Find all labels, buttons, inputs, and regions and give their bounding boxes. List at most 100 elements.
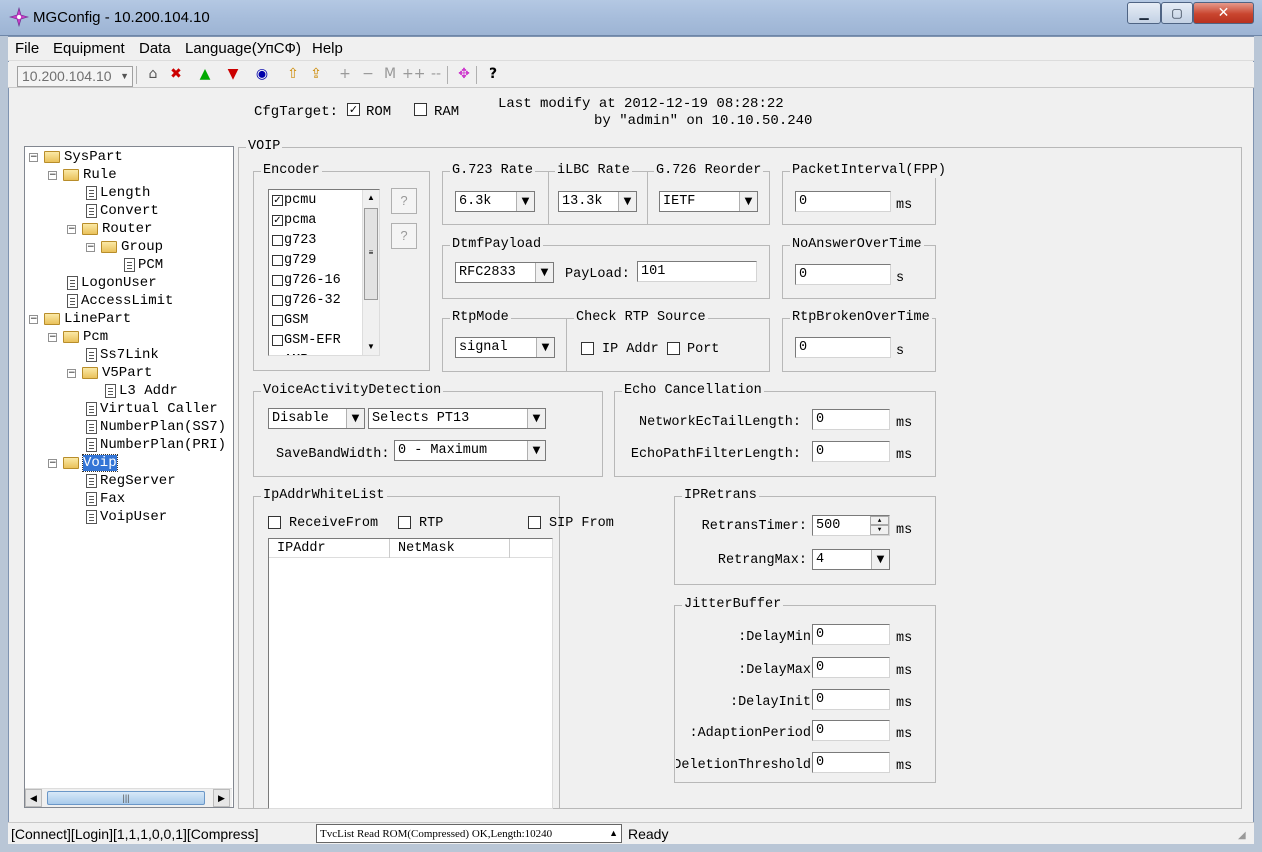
status-message-combo[interactable]: TvcList Read ROM(Compressed) OK,Length:1… <box>316 824 622 843</box>
vad-selects-select[interactable]: Selects PT13 ▼ <box>368 408 546 429</box>
encoder-checkbox[interactable] <box>272 275 283 286</box>
tree-expand-icon[interactable]: − <box>48 171 57 180</box>
tree-horizontal-scrollbar[interactable]: ◀ ||| ▶ <box>25 788 232 807</box>
encoder-checkbox[interactable] <box>272 315 283 326</box>
encoder-checkbox[interactable]: ✓ <box>272 195 283 206</box>
col-ipaddr[interactable]: IPAddr <box>269 539 390 558</box>
close-button[interactable]: ✕ <box>1193 2 1254 24</box>
tree-expand-icon[interactable]: − <box>67 225 76 234</box>
minimize-button[interactable]: ▁ <box>1127 2 1161 24</box>
g726-reorder-select[interactable]: IETF ▼ <box>659 191 758 212</box>
encoder-item-g726-16[interactable]: g726-16 <box>284 273 341 289</box>
tree-item-router[interactable]: Router <box>102 221 152 237</box>
encoder-item-gsm-efr[interactable]: GSM-EFR <box>284 333 341 349</box>
retrans-timer-input[interactable]: 500 ▲ ▼ <box>812 515 890 536</box>
ilbc-rate-select[interactable]: 13.3k ▼ <box>558 191 637 212</box>
tree-expand-icon[interactable]: − <box>67 369 76 378</box>
tree-expand-icon[interactable]: − <box>48 459 57 468</box>
maximize-button[interactable]: ▢ <box>1161 2 1193 24</box>
encoder-item-gsm[interactable]: GSM <box>284 313 308 329</box>
vad-mode-select[interactable]: Disable ▼ <box>268 408 365 429</box>
address-combo[interactable]: 10.200.104.10 ▼ <box>17 66 133 87</box>
menu-language[interactable]: Language(УпСФ) <box>185 40 301 57</box>
tree-expand-icon[interactable]: − <box>86 243 95 252</box>
rtp-whitelist-checkbox[interactable] <box>398 516 411 529</box>
spin-down-icon[interactable]: ▼ <box>870 525 889 535</box>
whitelist-table[interactable]: IPAddr NetMask <box>268 538 553 809</box>
scroll-up-icon[interactable]: ▲ <box>363 190 379 206</box>
tree-item-logonuser[interactable]: LogonUser <box>81 275 157 291</box>
tree-expand-icon[interactable]: − <box>29 315 38 324</box>
help-icon[interactable]: ? <box>482 64 504 84</box>
tree-item-linepart[interactable]: LinePart <box>64 311 131 327</box>
upload-arrow-icon[interactable]: ▲ <box>194 64 216 84</box>
jitter-input[interactable]: 0 <box>812 720 890 741</box>
rtp-mode-select[interactable]: signal ▼ <box>455 337 555 358</box>
encoder-down-button[interactable]: ? <box>391 223 417 249</box>
encoder-item-g726-32[interactable]: g726-32 <box>284 293 341 309</box>
palette-icon[interactable]: ✥ <box>453 64 475 84</box>
tree-expand-icon[interactable]: − <box>29 153 38 162</box>
delete-all-icon[interactable]: -- <box>425 64 447 84</box>
resize-grip-icon[interactable]: ◢ <box>1238 830 1246 841</box>
tree-item-ss7link[interactable]: Ss7Link <box>100 347 159 363</box>
jitter-input[interactable]: 0 <box>812 689 890 710</box>
col-netmask[interactable]: NetMask <box>390 539 510 558</box>
sip-from-checkbox[interactable] <box>528 516 541 529</box>
ec-tail-input[interactable]: 0 <box>812 409 890 430</box>
menu-equipment[interactable]: Equipment <box>53 40 125 57</box>
tree-item-numberplan-pri[interactable]: NumberPlan(PRI) <box>100 437 226 453</box>
scroll-left-icon[interactable]: ◀ <box>25 789 42 807</box>
scroll-right-icon[interactable]: ▶ <box>213 789 230 807</box>
disconnect-icon[interactable]: ✖ <box>165 64 187 84</box>
scroll-thumb[interactable]: ||| <box>47 791 205 805</box>
port-checkbox[interactable] <box>667 342 680 355</box>
payload-input[interactable]: 101 <box>637 261 757 282</box>
download-arrow-icon[interactable]: ▼ <box>222 64 244 84</box>
tree-item-rule[interactable]: Rule <box>83 167 117 183</box>
connect-icon[interactable]: ⌂ <box>142 64 164 84</box>
encoder-up-button[interactable]: ? <box>391 188 417 214</box>
insert-icon[interactable]: ++ <box>402 64 425 84</box>
target-icon[interactable]: ◉ <box>251 64 273 84</box>
menu-file[interactable]: File <box>15 40 39 57</box>
jitter-input[interactable]: 0 <box>812 752 890 773</box>
receive-from-checkbox[interactable] <box>268 516 281 529</box>
jitter-input[interactable]: 0 <box>812 657 890 678</box>
echo-filter-input[interactable]: 0 <box>812 441 890 462</box>
remove-icon[interactable]: − <box>357 64 379 84</box>
tree-item-accesslimit[interactable]: AccessLimit <box>81 293 173 309</box>
export-icon[interactable]: ⇧ <box>282 64 304 84</box>
tree-item-pcm[interactable]: PCM <box>138 257 163 273</box>
tree-item-virtual-caller[interactable]: Virtual Caller <box>100 401 218 417</box>
tree-item-l3-addr[interactable]: L3 Addr <box>119 383 178 399</box>
ram-checkbox[interactable] <box>414 103 427 116</box>
menu-data[interactable]: Data <box>139 40 171 57</box>
encoder-checkbox[interactable] <box>272 295 283 306</box>
rom-checkbox[interactable]: ✓ <box>347 103 360 116</box>
tree-item-convert[interactable]: Convert <box>100 203 159 219</box>
menu-help[interactable]: Help <box>312 40 343 57</box>
encoder-item-pcma[interactable]: pcma <box>284 213 316 229</box>
tree-item-syspart[interactable]: SysPart <box>64 149 123 165</box>
tree-item-numberplan-ss7[interactable]: NumberPlan(SS7) <box>100 419 226 435</box>
import-icon[interactable]: ⇪ <box>305 64 327 84</box>
tree-expand-icon[interactable]: − <box>48 333 57 342</box>
tree-item-fax[interactable]: Fax <box>100 491 125 507</box>
encoder-checkbox[interactable] <box>272 355 283 356</box>
encoder-item-g729[interactable]: g729 <box>284 253 316 269</box>
add-icon[interactable]: + <box>334 64 356 84</box>
rtp-broken-input[interactable]: 0 <box>795 337 891 358</box>
tree-item-pcm[interactable]: Pcm <box>83 329 108 345</box>
tree-item-length[interactable]: Length <box>100 185 150 201</box>
modify-icon[interactable]: M <box>379 64 401 84</box>
retrans-max-select[interactable]: 4 ▼ <box>812 549 890 570</box>
encoder-checkbox[interactable] <box>272 235 283 246</box>
encoder-item-amr[interactable]: AMR <box>284 353 308 355</box>
dtmf-payload-select[interactable]: RFC2833 ▼ <box>455 262 554 283</box>
encoder-checkbox[interactable]: ✓ <box>272 215 283 226</box>
no-answer-input[interactable]: 0 <box>795 264 891 285</box>
tree-item-voip[interactable]: Voip <box>82 454 118 472</box>
scroll-down-icon[interactable]: ▼ <box>363 339 379 355</box>
encoder-item-g723[interactable]: g723 <box>284 233 316 249</box>
